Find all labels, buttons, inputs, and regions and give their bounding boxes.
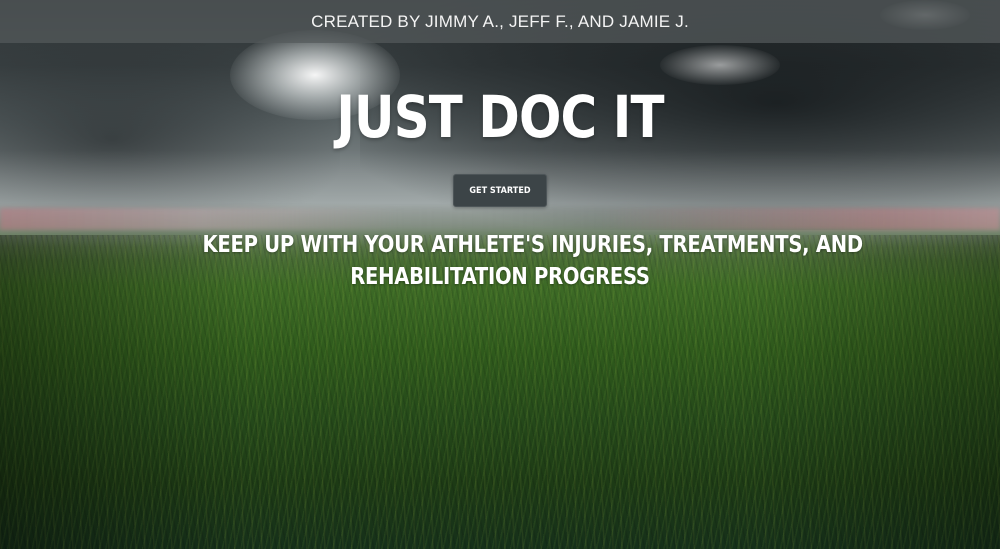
- hero-section: JUST DOC IT GET STARTED KEEP UP WITH YOU…: [0, 0, 1000, 549]
- tagline-line-1: KEEP UP WITH YOUR ATHLETE'S INJURIES, TR…: [202, 232, 864, 258]
- hero-title: JUST DOC IT: [336, 83, 664, 151]
- get-started-label: GET STARTED: [469, 185, 531, 196]
- tagline-line-2: REHABILITATION PROGRESS: [350, 264, 650, 290]
- hero-tagline: KEEP UP WITH YOUR ATHLETE'S INJURIES, TR…: [150, 229, 864, 293]
- get-started-button[interactable]: GET STARTED: [453, 174, 547, 207]
